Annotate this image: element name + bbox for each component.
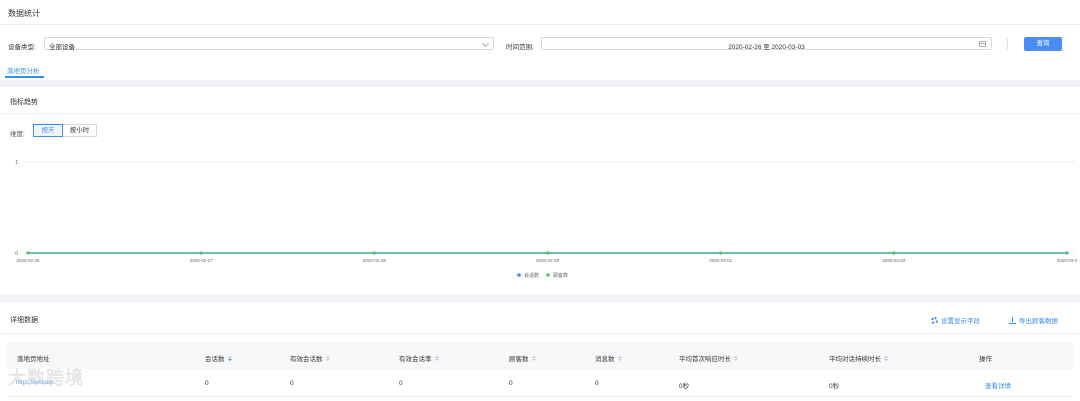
cell-avg-duration: 0秒 bbox=[829, 383, 840, 390]
filter-panel: 数据统计 设备类型: 全部设备 时间范围: 2020-02-26 至 2020-… bbox=[0, 0, 1080, 80]
device-type-label: 设备类型: bbox=[8, 44, 36, 51]
data-point bbox=[26, 251, 30, 255]
device-type-select[interactable]: 全部设备 bbox=[44, 37, 494, 51]
x-tick-label: 2020-02-29 bbox=[536, 258, 560, 263]
cell-customers: 0 bbox=[509, 380, 513, 387]
sort-icon bbox=[617, 355, 622, 361]
divider bbox=[1007, 38, 1008, 50]
x-tick-label: 2020-03-0 bbox=[1057, 258, 1078, 263]
page-title: 数据统计 bbox=[8, 9, 40, 18]
x-tick-label: 2020-02-26 bbox=[16, 258, 40, 263]
legend-marker bbox=[517, 273, 521, 277]
column-header-url: 落地页地址 bbox=[17, 356, 50, 363]
sort-icon bbox=[227, 355, 232, 361]
detail-panel: 详细数据 设置显示字段 导出顾客数据 落地页地址 会话数 有效会话数 有效会话率… bbox=[0, 302, 1080, 401]
column-header-valid-sessions[interactable]: 有效会话数 bbox=[290, 353, 330, 363]
granularity-day-button[interactable]: 按天 bbox=[33, 124, 63, 137]
tab-landing-page-analysis[interactable]: 落地页分析 bbox=[7, 65, 40, 75]
date-range-picker[interactable]: 2020-02-26 至 2020-03-03 bbox=[541, 37, 992, 51]
divider bbox=[0, 333, 1080, 334]
column-header-valid-rate[interactable]: 有效会话率 bbox=[399, 353, 439, 363]
sort-icon bbox=[531, 355, 536, 361]
data-point bbox=[1065, 251, 1069, 255]
data-point bbox=[372, 251, 376, 255]
sort-icon bbox=[325, 355, 330, 361]
data-point bbox=[545, 251, 550, 255]
x-tick-label: 2020-02-28 bbox=[363, 258, 387, 263]
table-header: 落地页地址 会话数 有效会话数 有效会话率 顾客数 消息数 平均首次响应时长 平… bbox=[6, 343, 1074, 369]
cell-avg-first-response: 0秒 bbox=[679, 383, 690, 390]
query-button[interactable]: 查询 bbox=[1024, 37, 1062, 51]
legend-label: 顾客数 bbox=[553, 272, 568, 279]
download-icon bbox=[1009, 316, 1016, 324]
legend-marker bbox=[546, 273, 550, 277]
column-header-customers[interactable]: 顾客数 bbox=[509, 353, 536, 363]
column-header-sessions[interactable]: 会话数 bbox=[205, 353, 232, 363]
data-point bbox=[199, 251, 203, 255]
data-point bbox=[892, 251, 896, 255]
set-display-fields-button[interactable]: 设置显示字段 bbox=[931, 315, 980, 325]
date-range-value: 2020-02-26 至 2020-03-03 bbox=[728, 44, 805, 51]
tab-active-indicator bbox=[5, 76, 44, 78]
time-range-label: 时间范围: bbox=[506, 44, 534, 51]
sort-icon bbox=[884, 355, 888, 361]
legend-label: 会话数 bbox=[524, 272, 539, 279]
set-display-fields-label: 设置显示字段 bbox=[941, 318, 980, 325]
export-customers-button[interactable]: 导出顾客数据 bbox=[1009, 315, 1058, 325]
trend-chart: 0 1 2020-02-26 2020-02-27 2020-02-28 2020-02-… bbox=[15, 160, 1078, 279]
detail-title: 详细数据 bbox=[10, 317, 38, 324]
cell-messages: 0 bbox=[595, 380, 599, 387]
cell-valid-sessions: 0 bbox=[290, 380, 294, 387]
column-header-actions: 操作 bbox=[979, 356, 992, 363]
column-header-messages[interactable]: 消息数 bbox=[595, 353, 622, 363]
watermark-logo: 大数跨境 bbox=[8, 368, 84, 389]
column-header-avg-first-response[interactable]: 平均首次响应时长 bbox=[679, 353, 738, 363]
gear-icon bbox=[931, 316, 938, 324]
sort-icon bbox=[734, 355, 738, 361]
cell-valid-rate: 0 bbox=[399, 380, 403, 387]
divider bbox=[0, 24, 1080, 25]
view-details-link[interactable]: 查看详情 bbox=[985, 380, 1011, 390]
data-point bbox=[719, 251, 723, 255]
device-type-value: 全部设备 bbox=[49, 44, 75, 51]
x-tick-label: 2020-03-02 bbox=[882, 258, 906, 263]
trend-panel: 指标趋势 维度: 按天 按小时 0 1 2020-02-26 2020-02-27 20… bbox=[0, 87, 1080, 294]
x-tick-label: 2020-03-01 bbox=[709, 258, 733, 263]
sort-icon bbox=[434, 355, 439, 361]
table-row: https://webaqr... 0 0 0 0 0 0秒 0秒 查看详情 bbox=[6, 369, 1074, 397]
chevron-down-icon bbox=[481, 39, 490, 48]
column-header-avg-duration[interactable]: 平均对话持续时长 bbox=[829, 353, 888, 363]
calendar-icon bbox=[979, 41, 986, 47]
y-tick-label: 1 bbox=[15, 160, 18, 166]
x-tick-label: 2020-02-27 bbox=[190, 258, 214, 263]
y-tick-label: 0 bbox=[15, 251, 18, 257]
cell-sessions: 0 bbox=[205, 380, 209, 387]
export-customers-label: 导出顾客数据 bbox=[1019, 318, 1058, 325]
